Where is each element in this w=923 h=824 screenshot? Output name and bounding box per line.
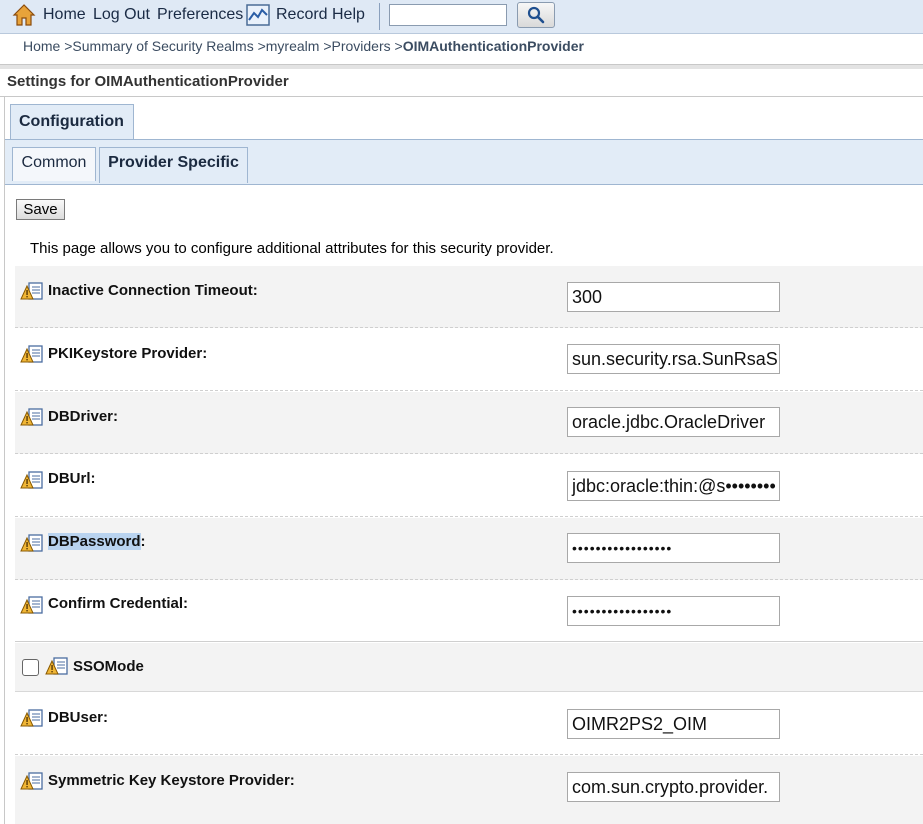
tab-configuration[interactable]: Configuration — [10, 104, 134, 140]
db-url-field[interactable]: jdbc:oracle:thin:@s•••••••• — [567, 471, 780, 501]
tab-provider-specific[interactable]: Provider Specific — [99, 147, 248, 183]
page-title: Settings for OIMAuthenticationProvider — [7, 73, 289, 90]
label-pki-keystore: PKIKeystore Provider: — [48, 345, 208, 362]
top-toolbar: Home Log Out Preferences Record Help — [0, 0, 923, 34]
breadcrumb-security-realms[interactable]: Summary of Security Realms > — [72, 38, 265, 54]
row-inactive-timeout: Inactive Connection Timeout: — [15, 266, 923, 328]
db-password-field[interactable]: ••••••••••••••••• — [567, 533, 780, 563]
label-sso-mode: SSOMode — [73, 658, 144, 675]
row-db-driver: DBDriver: — [15, 392, 923, 454]
label-db-password-text: DBPassword — [48, 533, 141, 550]
dynamic-attribute-icon — [20, 709, 43, 727]
label-db-password: DBPassword: — [48, 533, 146, 550]
breadcrumb-divider — [0, 64, 923, 69]
db-driver-field[interactable]: oracle.jdbc.OracleDriver — [567, 407, 780, 437]
home-link[interactable]: Home — [43, 6, 86, 24]
record-icon[interactable] — [246, 4, 270, 26]
dynamic-attribute-icon — [45, 657, 68, 675]
record-link[interactable]: Record — [276, 6, 328, 24]
breadcrumb-providers[interactable]: Providers > — [332, 38, 403, 54]
breadcrumb-home[interactable]: Home > — [23, 38, 72, 54]
save-button[interactable]: Save — [16, 199, 65, 220]
sso-mode-checkbox[interactable] — [22, 659, 39, 676]
label-db-driver: DBDriver: — [48, 408, 119, 425]
dynamic-attribute-icon — [20, 772, 43, 790]
label-db-url: DBUrl: — [48, 470, 96, 487]
search-input[interactable] — [389, 4, 507, 26]
row-db-url: DBUrl: — [15, 455, 923, 517]
title-divider — [0, 96, 923, 97]
dynamic-attribute-icon — [20, 282, 43, 300]
label-db-password-colon: : — [140, 533, 146, 550]
dynamic-attribute-icon — [20, 345, 43, 363]
breadcrumb-myrealm[interactable]: myrealm > — [266, 38, 332, 54]
inactive-timeout-field[interactable]: 300 — [567, 282, 780, 312]
logout-link[interactable]: Log Out — [93, 6, 150, 24]
label-inactive-timeout: Inactive Connection Timeout: — [48, 282, 258, 299]
row-symmetric-keystore: Symmetric Key Keystore Provider: — [15, 756, 923, 824]
intro-text: This page allows you to configure additi… — [30, 240, 554, 257]
row-sso-mode: SSOMode — [15, 643, 923, 692]
home-icon[interactable] — [12, 3, 36, 27]
dynamic-attribute-icon — [20, 408, 43, 426]
row-db-password: DBPassword: — [15, 518, 923, 580]
tab-common[interactable]: Common — [12, 147, 96, 181]
search-button[interactable] — [517, 2, 555, 28]
dynamic-attribute-icon — [20, 596, 43, 614]
row-db-user: DBUser: — [15, 693, 923, 755]
label-db-user: DBUser: — [48, 709, 109, 726]
row-pki-keystore: PKIKeystore Provider: — [15, 329, 923, 391]
symmetric-keystore-field[interactable]: com.sun.crypto.provider. — [567, 772, 780, 802]
label-symmetric-keystore: Symmetric Key Keystore Provider: — [48, 772, 295, 789]
toolbar-separator — [379, 3, 380, 30]
label-confirm-credential: Confirm Credential: — [48, 595, 189, 612]
breadcrumb: Home >Summary of Security Realms >myreal… — [23, 38, 584, 54]
row-confirm-credential: Confirm Credential: — [15, 581, 923, 642]
search-icon — [527, 6, 545, 24]
confirm-credential-field[interactable]: ••••••••••••••••• — [567, 596, 780, 626]
db-user-field[interactable]: OIMR2PS2_OIM — [567, 709, 780, 739]
pki-keystore-field[interactable]: sun.security.rsa.SunRsaS — [567, 344, 780, 374]
dynamic-attribute-icon — [20, 471, 43, 489]
content-frame-border — [4, 96, 5, 824]
breadcrumb-current: OIMAuthenticationProvider — [402, 38, 584, 54]
dynamic-attribute-icon — [20, 534, 43, 552]
help-link[interactable]: Help — [332, 6, 365, 24]
preferences-link[interactable]: Preferences — [157, 6, 243, 24]
